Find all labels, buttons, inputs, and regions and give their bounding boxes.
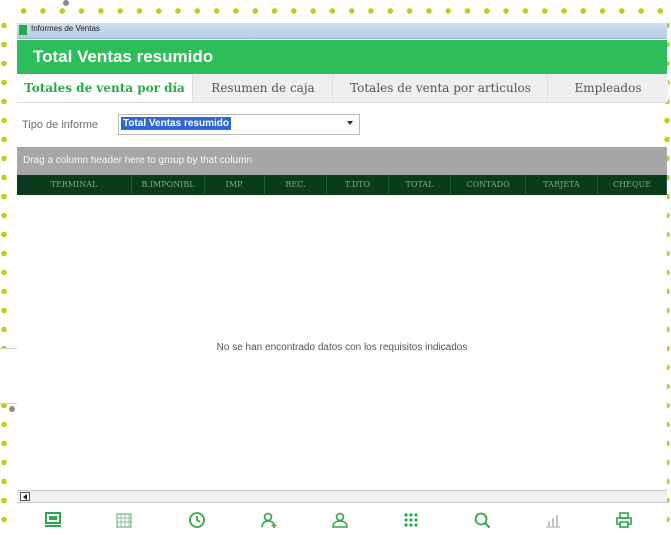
bottom-toolbar [17,503,667,535]
report-type-value: Total Ventas resumido [121,117,231,130]
page-title: Total Ventas resumido [33,47,214,66]
app-icon [19,25,27,35]
column-header-t-dto[interactable]: T.DTO [327,175,389,195]
group-by-panel[interactable]: Drag a column header here to group by th… [17,147,667,175]
resize-handle[interactable] [63,0,69,6]
data-grid[interactable]: No se han encontrado datos con los requi… [17,195,667,490]
background-window-fragment [0,348,17,404]
resize-handle[interactable] [9,406,15,412]
horizontal-scrollbar[interactable] [17,490,667,503]
column-header-terminal[interactable]: TERMINAL [17,175,132,195]
calendar-grid-icon[interactable] [114,510,134,530]
tab-bar: Totales de venta por día Resumen de caja… [17,74,668,103]
column-header-cheque[interactable]: CHEQUE [598,175,667,195]
keypad-icon[interactable] [401,510,421,530]
terminal-icon[interactable] [43,510,63,530]
add-user-icon[interactable] [259,510,279,530]
tab-totales-dia[interactable]: Totales de venta por día [17,74,192,102]
column-header-b-imponible[interactable]: B.IMPONIBL [132,175,205,195]
chevron-down-icon[interactable] [347,121,353,125]
selection-dots-left [1,16,7,528]
column-header-rec[interactable]: REC. [265,175,327,195]
column-header-contado[interactable]: CONTADO [451,175,526,195]
empty-grid-message: No se han encontrado datos con los requi… [216,342,468,353]
selection-dots-top [14,8,671,14]
report-type-select[interactable]: Total Ventas resumido [118,114,360,135]
users-icon[interactable] [330,510,350,530]
group-by-hint: Drag a column header here to group by th… [23,155,253,166]
tab-empleados[interactable]: Empleados [547,74,668,102]
print-icon[interactable] [614,510,634,530]
clock-history-icon[interactable] [187,510,207,530]
report-header: Total Ventas resumido [17,40,667,74]
report-type-label: Tipo de informe [22,119,99,131]
tab-totales-articulos[interactable]: Totales de venta por articulos [332,74,548,102]
chart-icon[interactable] [543,510,563,530]
column-header-tarjeta[interactable]: TARJETA [526,175,598,195]
tab-resumen-caja[interactable]: Resumen de caja [192,74,333,102]
grid-column-headers: TERMINAL B.IMPONIBL IMP. REC. T.DTO TOTA… [17,175,667,195]
scroll-left-button[interactable] [20,492,30,501]
search-icon[interactable] [472,510,492,530]
window-title: Informes de Ventas [31,24,100,33]
window-titlebar[interactable]: Informes de Ventas [17,23,667,39]
column-header-total[interactable]: TOTAL [389,175,451,195]
column-header-imp[interactable]: IMP. [205,175,265,195]
